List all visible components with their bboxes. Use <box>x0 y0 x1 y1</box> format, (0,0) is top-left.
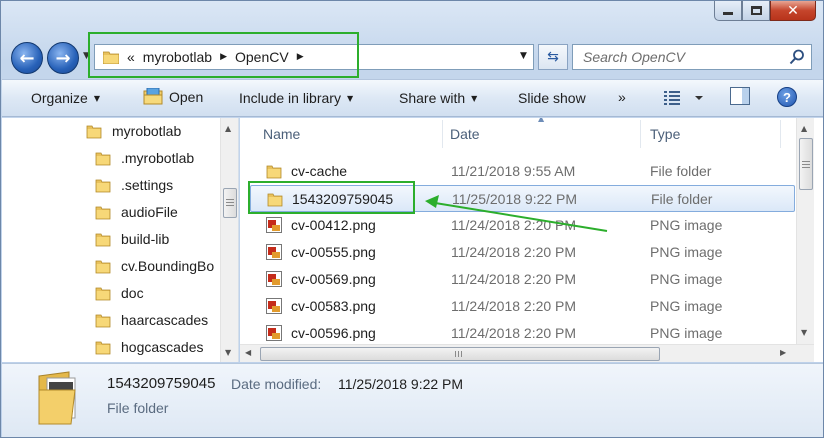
details-modified-value: 11/25/2018 9:22 PM <box>338 376 464 392</box>
details-name: 1543209759045 <box>107 375 216 392</box>
details-pane: 1543209759045 Date modified: 11/25/2018 … <box>2 363 823 437</box>
explorer-window: ✕ ← → ▼ « myrobotlab ▶ OpenCV ▶ ▼ ⇆ Sear… <box>0 0 824 438</box>
details-type: File folder <box>107 400 169 416</box>
large-folder-icon <box>38 371 76 425</box>
details-modified-label: Date modified: <box>231 376 322 392</box>
